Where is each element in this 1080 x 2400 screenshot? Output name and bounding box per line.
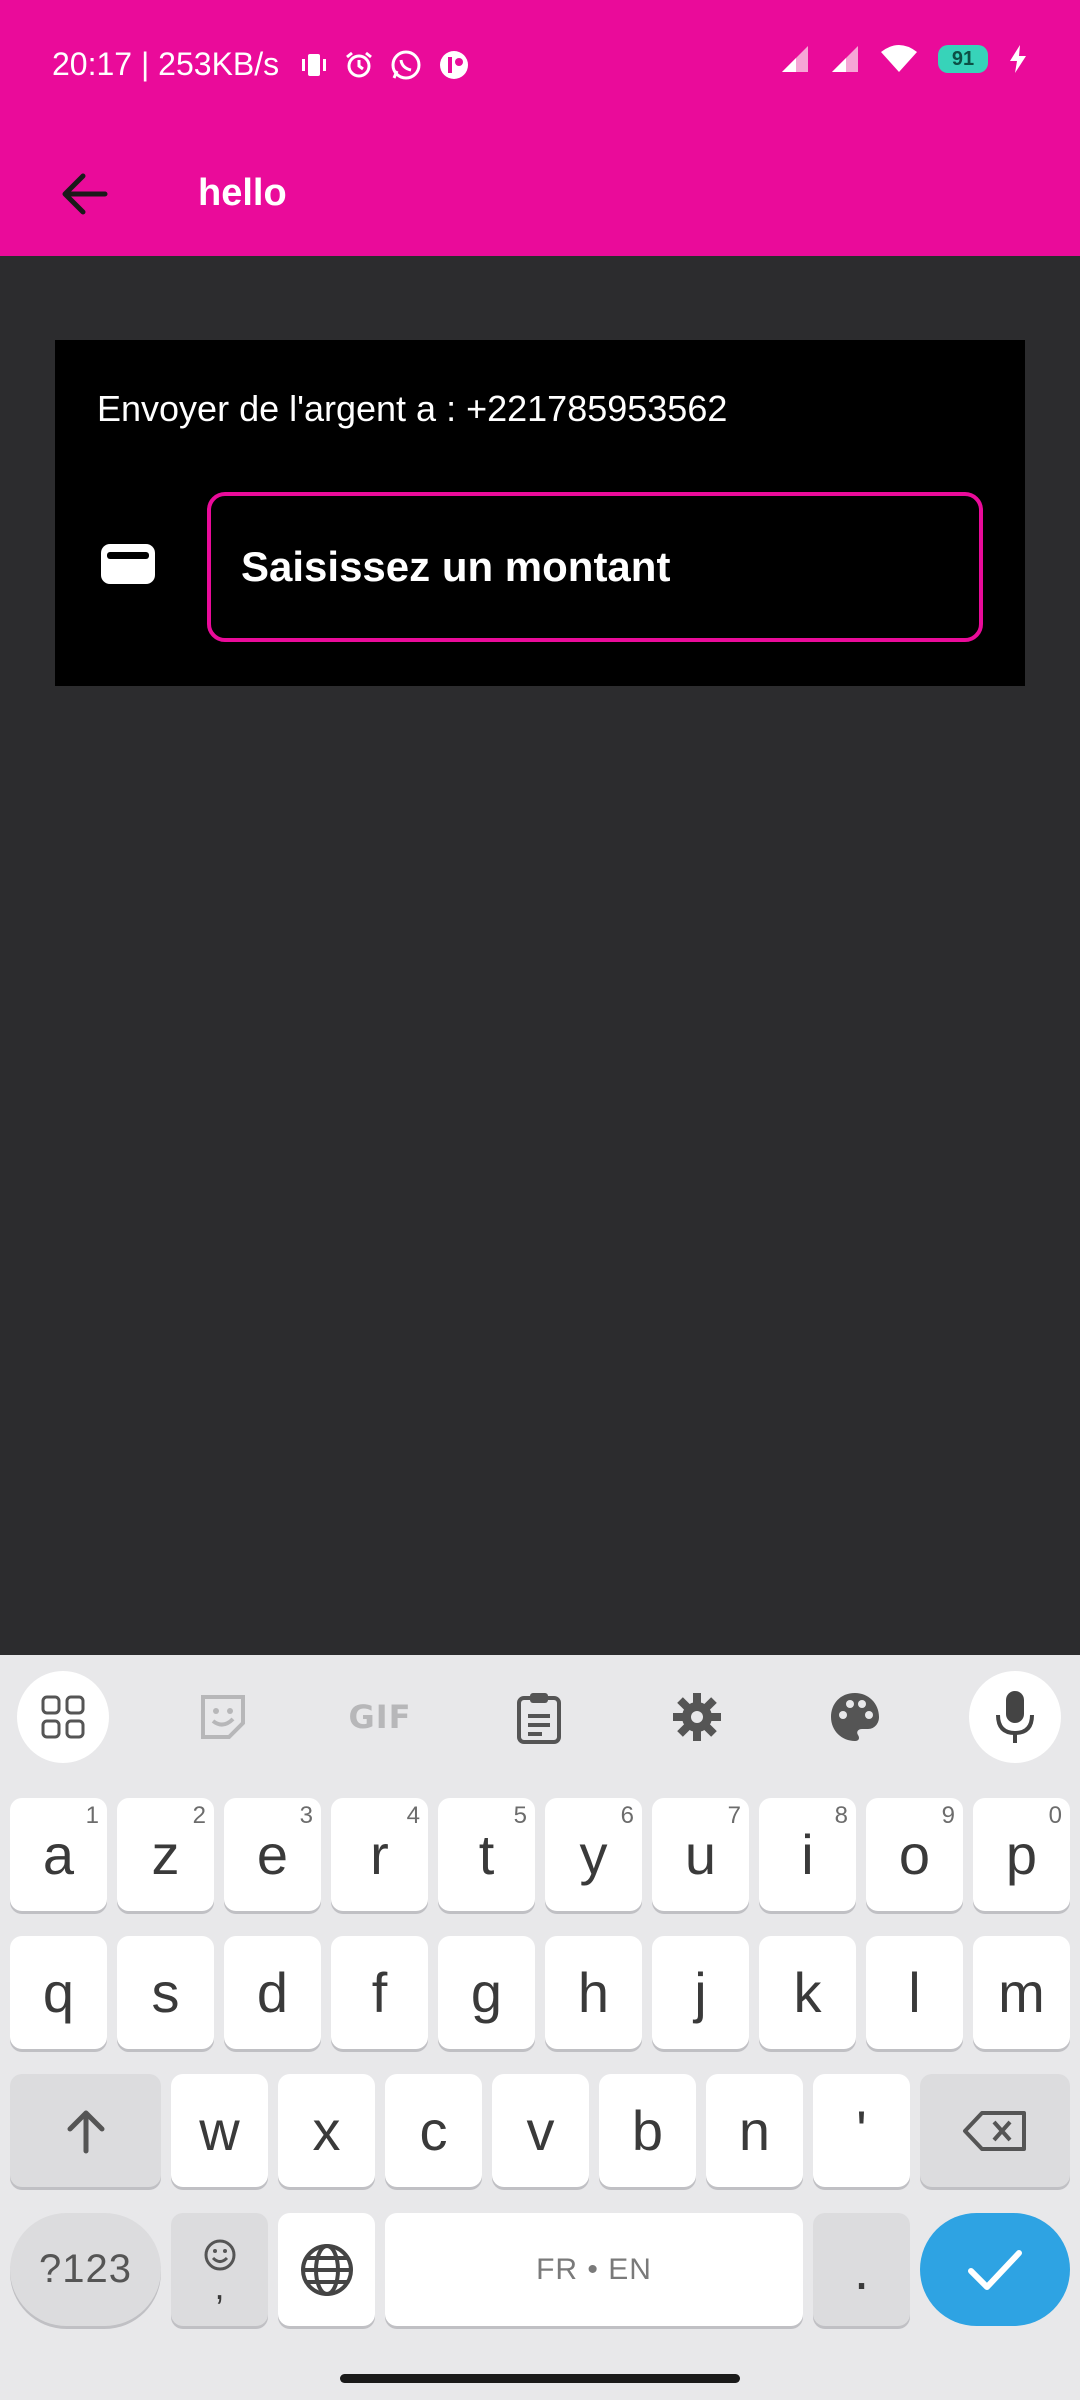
shift-key[interactable] bbox=[10, 2074, 161, 2187]
checkmark-icon bbox=[968, 2249, 1022, 2290]
key-x[interactable]: x bbox=[278, 2074, 375, 2187]
back-button[interactable] bbox=[44, 154, 124, 234]
alarm-icon bbox=[346, 51, 373, 77]
status-time-speed: 20:17 | 253KB/s bbox=[52, 46, 280, 82]
signal-icon bbox=[782, 46, 808, 72]
key-b[interactable]: b bbox=[599, 2074, 696, 2187]
gif-label: GIF bbox=[348, 1698, 412, 1736]
key-v[interactable]: v bbox=[492, 2074, 589, 2187]
backspace-icon bbox=[963, 2110, 1026, 2151]
key-k[interactable]: k bbox=[759, 1936, 856, 2049]
recipient-label: Envoyer de l'argent a : +221785953562 bbox=[97, 388, 728, 429]
vibrate-icon bbox=[302, 53, 327, 76]
battery-indicator: 91 bbox=[938, 45, 988, 73]
status-bar: 20:17 | 253KB/s 91 bbox=[0, 0, 1080, 132]
clipboard-icon bbox=[517, 1693, 561, 1744]
key-r[interactable]: r4 bbox=[331, 1798, 428, 1911]
gear-icon bbox=[673, 1693, 721, 1741]
key-c[interactable]: c bbox=[385, 2074, 482, 2187]
settings-button[interactable] bbox=[651, 1671, 743, 1763]
arrow-left-icon bbox=[62, 173, 108, 215]
sticker-button[interactable] bbox=[177, 1671, 269, 1763]
app-notification-icon bbox=[440, 50, 469, 79]
whatsapp-icon bbox=[391, 50, 421, 79]
key-n[interactable]: n bbox=[706, 2074, 803, 2187]
key-f[interactable]: f bbox=[331, 1936, 428, 2049]
wallet-icon bbox=[101, 544, 155, 584]
palette-icon bbox=[831, 1693, 879, 1741]
key-u[interactable]: u7 bbox=[652, 1798, 749, 1911]
period-key[interactable]: . bbox=[813, 2213, 910, 2326]
emoji-comma-key[interactable]: , bbox=[171, 2213, 268, 2326]
key-w[interactable]: w bbox=[171, 2074, 268, 2187]
language-key[interactable] bbox=[278, 2213, 375, 2326]
key-h[interactable]: h bbox=[545, 1936, 642, 2049]
top-bar: 20:17 | 253KB/s 91 hello bbox=[0, 0, 1080, 256]
microphone-icon bbox=[996, 1691, 1034, 1743]
key-g[interactable]: g bbox=[438, 1936, 535, 2049]
space-key[interactable]: FR • EN bbox=[385, 2213, 803, 2326]
charging-icon bbox=[1010, 45, 1026, 73]
key-a[interactable]: a1 bbox=[10, 1798, 107, 1911]
clipboard-button[interactable] bbox=[493, 1671, 585, 1763]
key-j[interactable]: j bbox=[652, 1936, 749, 2049]
keyboard-toolbar: GIF bbox=[0, 1655, 1080, 1773]
gif-button[interactable]: GIF bbox=[334, 1671, 426, 1763]
wifi-icon bbox=[881, 45, 917, 72]
key-p[interactable]: p0 bbox=[973, 1798, 1070, 1911]
send-money-card: Envoyer de l'argent a : +221785953562 Sa… bbox=[55, 340, 1025, 686]
key-y[interactable]: y6 bbox=[545, 1798, 642, 1911]
key-i[interactable]: i8 bbox=[759, 1798, 856, 1911]
keyboard: GIF a1 z2 e3 r4 t5 y6 u7 i8 o9 p0 q s d … bbox=[0, 1655, 1080, 2400]
amount-placeholder: Saisissez un montant bbox=[241, 543, 671, 590]
key-s[interactable]: s bbox=[117, 1936, 214, 2049]
app-bar: hello bbox=[0, 132, 1080, 256]
key-e[interactable]: e3 bbox=[224, 1798, 321, 1911]
key-d[interactable]: d bbox=[224, 1936, 321, 2049]
grid-icon bbox=[41, 1695, 85, 1739]
amount-input[interactable]: Saisissez un montant bbox=[207, 492, 983, 642]
key-t[interactable]: t5 bbox=[438, 1798, 535, 1911]
theme-button[interactable] bbox=[809, 1671, 901, 1763]
signal-icon-2 bbox=[832, 46, 858, 72]
gesture-navigation-bar[interactable] bbox=[340, 2374, 740, 2383]
key-q[interactable]: q bbox=[10, 1936, 107, 2049]
backspace-key[interactable] bbox=[920, 2074, 1070, 2187]
globe-icon bbox=[300, 2243, 353, 2296]
enter-key[interactable] bbox=[920, 2213, 1070, 2326]
page-title: hello bbox=[198, 172, 287, 214]
voice-input-button[interactable] bbox=[969, 1671, 1061, 1763]
shift-arrow-icon bbox=[67, 2110, 104, 2153]
key-o[interactable]: o9 bbox=[866, 1798, 963, 1911]
sticker-icon bbox=[201, 1695, 245, 1739]
screen: 20:17 | 253KB/s 91 hello Envoyer de l'ar… bbox=[0, 0, 1080, 2400]
key-z[interactable]: z2 bbox=[117, 1798, 214, 1911]
key-m[interactable]: m bbox=[973, 1936, 1070, 2049]
key-l[interactable]: l bbox=[866, 1936, 963, 2049]
apps-button[interactable] bbox=[17, 1671, 109, 1763]
symbols-key[interactable]: ?123 bbox=[10, 2213, 161, 2326]
key-apostrophe[interactable]: ' bbox=[813, 2074, 910, 2187]
